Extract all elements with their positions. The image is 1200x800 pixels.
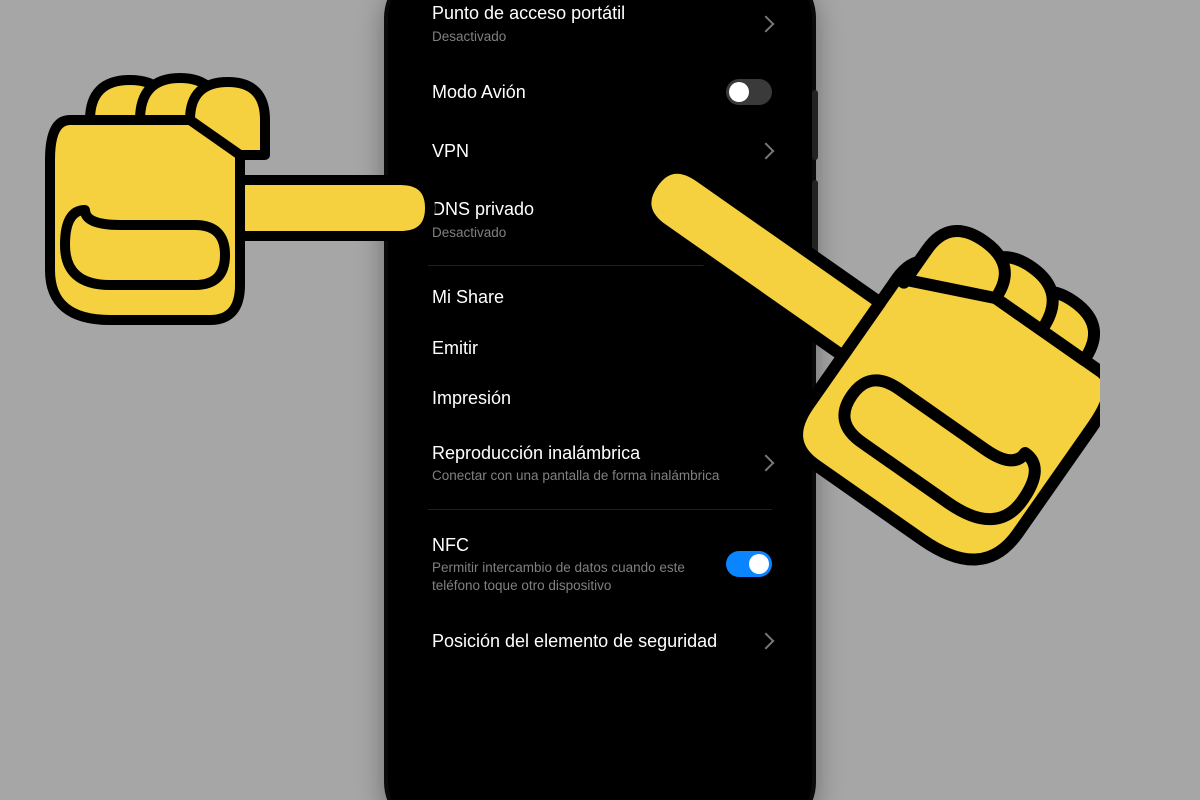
row-private-dns[interactable]: DNS privado Desactivado (428, 180, 772, 259)
row-subtitle: Conectar con una pantalla de forma inalá… (432, 467, 732, 485)
row-title: VPN (432, 140, 742, 163)
stage: Punto de acceso portátil Desactivado Mod… (0, 0, 1200, 800)
row-title: Posición del elemento de seguridad (432, 630, 742, 653)
row-print[interactable]: Impresión (428, 373, 772, 424)
chevron-right-icon (758, 455, 775, 472)
chevron-right-icon (758, 142, 775, 159)
separator (428, 509, 772, 510)
row-title: Punto de acceso portátil (432, 2, 742, 25)
row-title: Mi Share (432, 286, 742, 309)
row-title: Modo Avión (432, 81, 742, 104)
row-cast[interactable]: Emitir (428, 323, 772, 374)
row-hotspot[interactable]: Punto de acceso portátil Desactivado (428, 0, 772, 63)
row-title: Reproducción inalámbrica (432, 442, 742, 465)
chevron-right-icon (758, 15, 775, 32)
row-vpn[interactable]: VPN (428, 122, 772, 181)
row-subtitle: Desactivado (432, 28, 732, 46)
nfc-toggle[interactable] (726, 551, 772, 577)
row-nfc[interactable]: NFC Permitir intercambio de datos cuando… (428, 516, 772, 613)
row-title: Emitir (432, 337, 742, 360)
row-wireless-display[interactable]: Reproducción inalámbrica Conectar con un… (428, 424, 772, 503)
pointing-right-icon (30, 60, 440, 360)
phone-frame: Punto de acceso portátil Desactivado Mod… (388, 0, 812, 800)
row-title: Impresión (432, 387, 742, 410)
phone-side-button (812, 90, 818, 160)
separator (428, 265, 772, 266)
settings-list[interactable]: Punto de acceso portátil Desactivado Mod… (402, 0, 798, 800)
row-mi-share[interactable]: Mi Share (428, 272, 772, 323)
toggle-knob (729, 82, 749, 102)
chevron-right-icon (758, 633, 775, 650)
row-title: DNS privado (432, 198, 742, 221)
row-subtitle: Desactivado (432, 224, 732, 242)
row-secure-element-position[interactable]: Posición del elemento de seguridad (428, 612, 772, 671)
phone-screen: Punto de acceso portátil Desactivado Mod… (402, 0, 798, 800)
row-subtitle: Permitir intercambio de datos cuando est… (432, 559, 732, 594)
phone-side-button (812, 180, 818, 290)
row-airplane-mode[interactable]: Modo Avión (428, 63, 772, 122)
row-title: NFC (432, 534, 742, 557)
toggle-knob (749, 554, 769, 574)
airplane-mode-toggle[interactable] (726, 79, 772, 105)
